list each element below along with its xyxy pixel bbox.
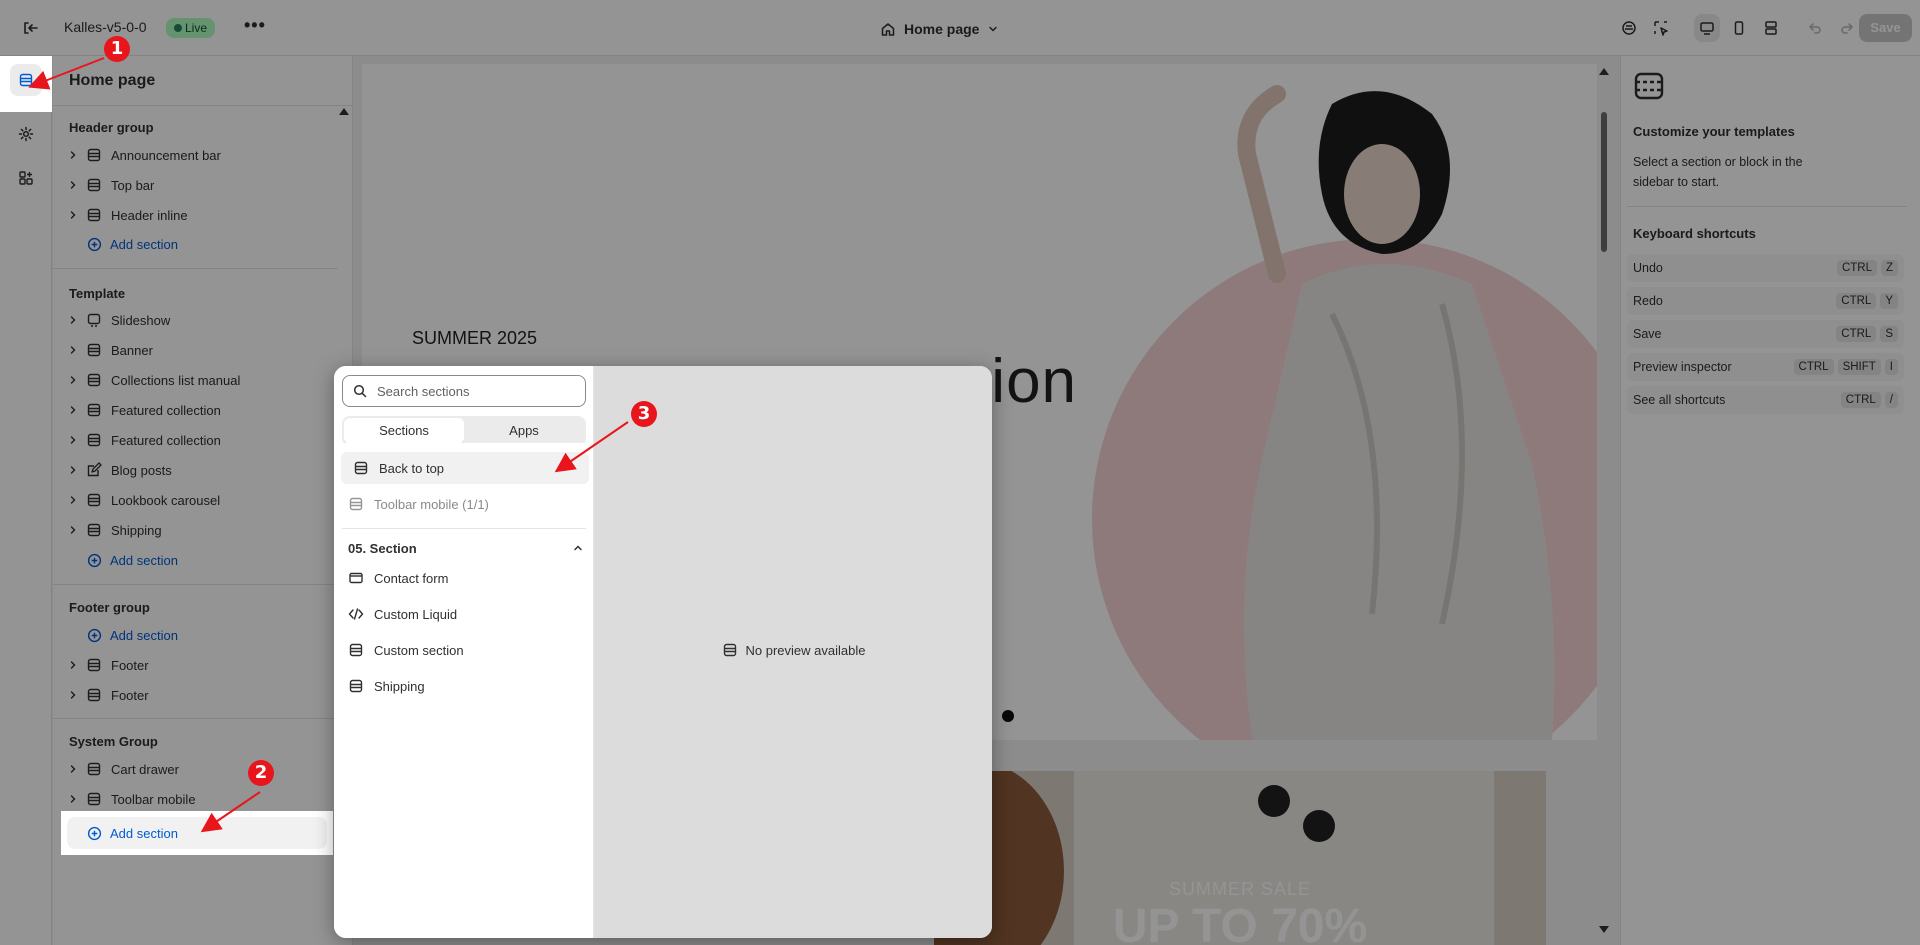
tab-apps[interactable]: Apps [464, 418, 584, 444]
highlight-add-section: Add section [61, 811, 333, 855]
section-option-label: Custom section [374, 642, 464, 658]
no-preview-label: No preview available [745, 642, 866, 658]
tab-sections[interactable]: Sections [344, 418, 464, 444]
sections-icon[interactable] [10, 64, 42, 96]
add-section-label: Add section [110, 825, 178, 841]
add-section-button[interactable]: Add section [87, 821, 178, 845]
section-icon [349, 679, 363, 693]
section-icon [723, 643, 736, 657]
annotation-badge: 3 [631, 401, 657, 427]
section-option-contact-form[interactable]: Contact form [342, 562, 586, 594]
plus-circle-icon [87, 826, 102, 840]
chevron-up-icon [574, 545, 582, 551]
section-option-shipping[interactable]: Shipping [342, 670, 586, 702]
section-option-label: Contact form [374, 570, 449, 586]
section-icon [354, 461, 368, 475]
section-option-label: Custom Liquid [374, 606, 458, 622]
search-sections-input[interactable]: Search sections [342, 375, 586, 407]
divider [342, 528, 586, 529]
section-preview-pane: No preview available [595, 366, 992, 938]
highlight-sections-tab [0, 56, 52, 112]
mail-icon [349, 572, 363, 584]
section-option-label: Back to top [379, 460, 445, 476]
section-icon [349, 497, 363, 511]
no-preview-message: No preview available [595, 642, 992, 658]
search-icon [353, 384, 367, 398]
section-option-custom-section[interactable]: Custom section [342, 634, 586, 666]
section-option-custom-liquid[interactable]: Custom Liquid [342, 598, 586, 630]
highlight-back-to-top: Back to top [337, 443, 593, 493]
annotation-badge: 2 [248, 760, 274, 786]
section-option-label: Toolbar mobile (1/1) [374, 496, 489, 512]
section-option-label: Shipping [374, 678, 425, 694]
section-option-back-to-top[interactable]: Back to top [341, 452, 589, 484]
section-icon [349, 643, 363, 657]
picker-tabs: Sections Apps [342, 416, 586, 446]
search-placeholder: Search sections [377, 383, 470, 399]
section-category-header[interactable]: 05. Section [348, 536, 584, 560]
section-category-title: 05. Section [348, 540, 417, 556]
annotation-badge: 1 [104, 36, 130, 62]
code-icon [348, 608, 364, 620]
